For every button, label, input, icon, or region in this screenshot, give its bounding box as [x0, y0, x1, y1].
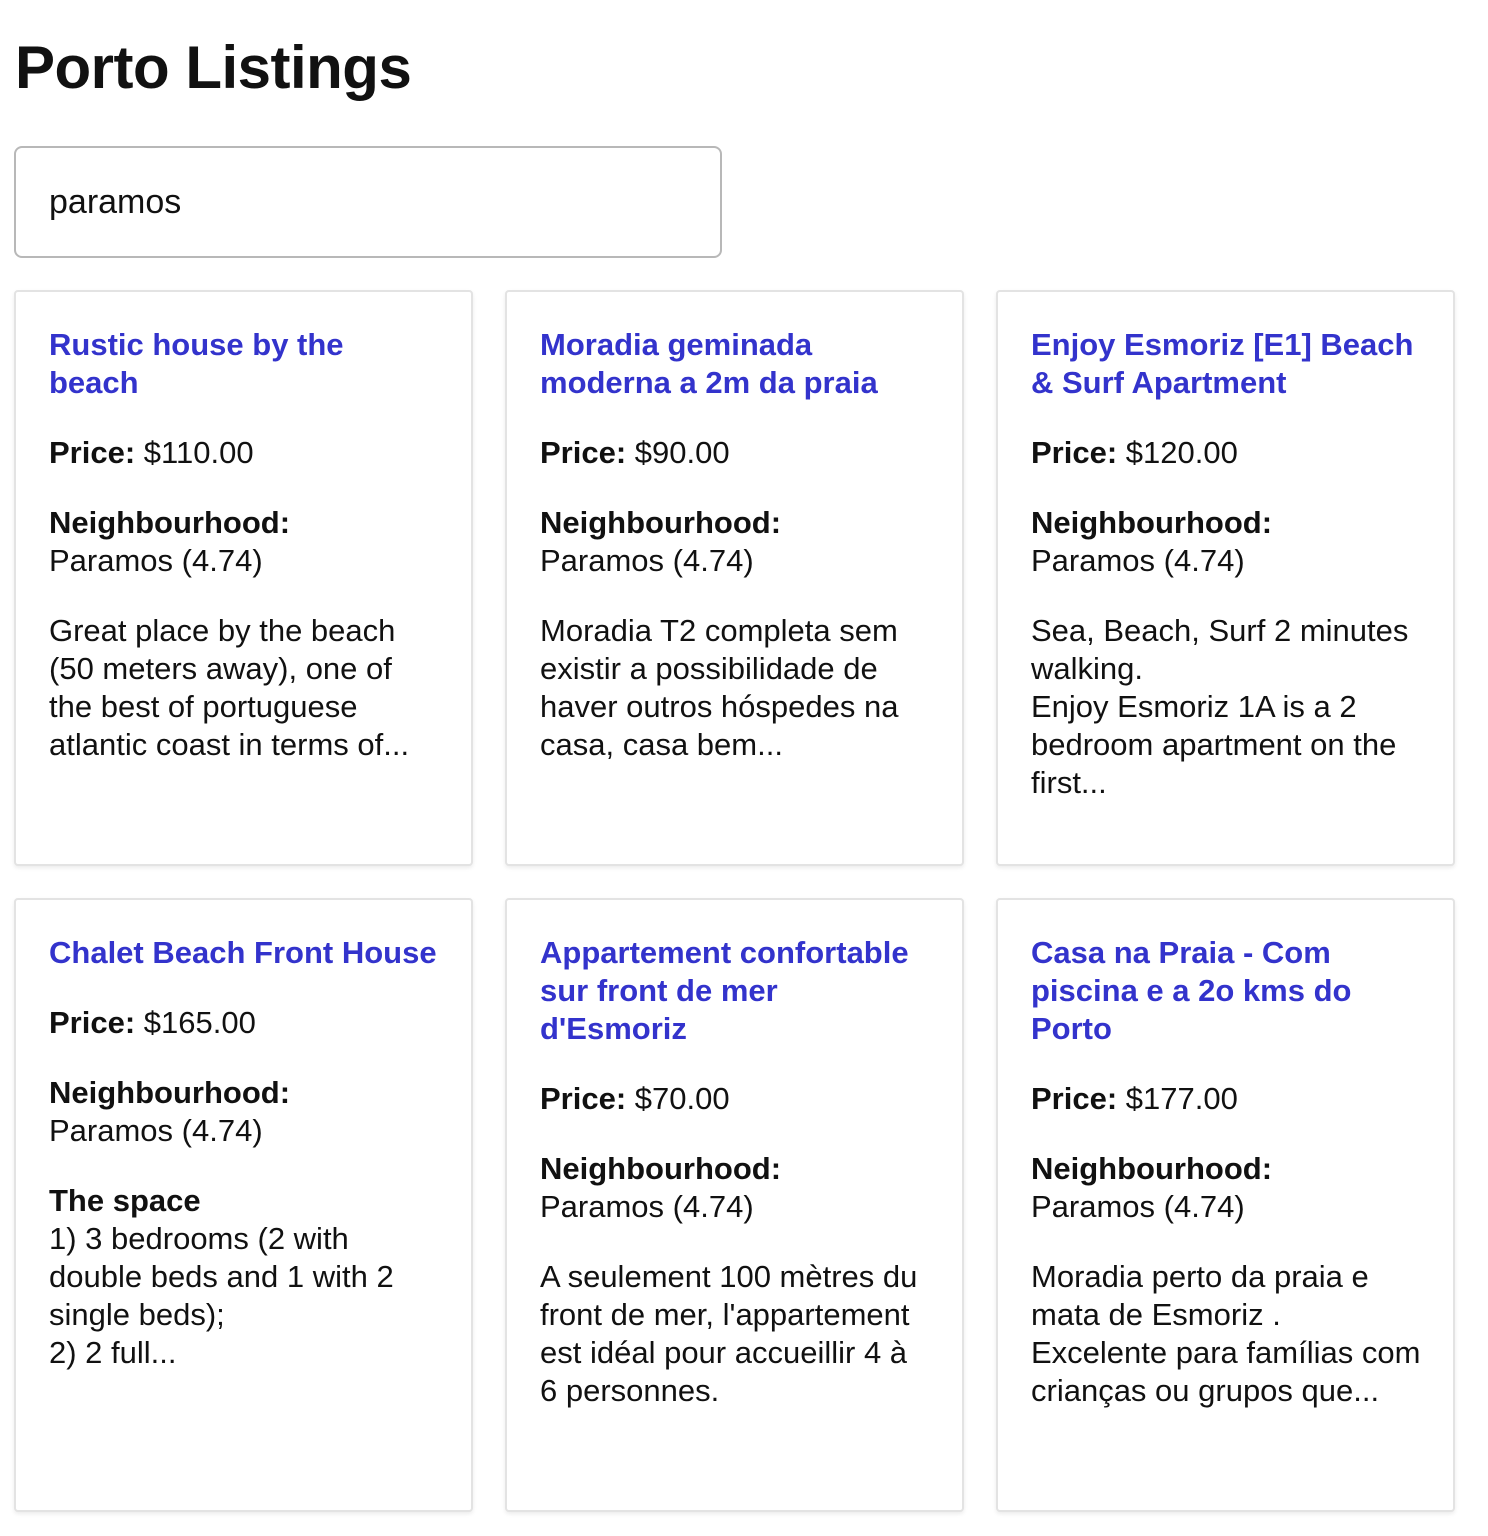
neighbourhood-label: Neighbourhood:: [540, 505, 782, 540]
listing-card: Rustic house by the beach Price: $110.00…: [14, 290, 473, 866]
listing-price: Price: $120.00: [1031, 434, 1421, 472]
price-value: $177.00: [1125, 1081, 1238, 1116]
summary-text: 1) 3 bedrooms (2 with double beds and 1 …: [49, 1221, 394, 1370]
neighbourhood-value: Paramos (4.74): [540, 543, 754, 578]
neighbourhood-label: Neighbourhood:: [1031, 1151, 1273, 1186]
page-title: Porto Listings: [15, 34, 412, 101]
listing-neighbourhood: Neighbourhood: Paramos (4.74): [49, 1074, 439, 1150]
listing-title-link[interactable]: Moradia geminada moderna a 2m da praia: [540, 326, 930, 402]
listing-price: Price: $90.00: [540, 434, 930, 472]
summary-heading: The space: [49, 1183, 201, 1218]
listing-title-link[interactable]: Enjoy Esmoriz [E1] Beach & Surf Apartmen…: [1031, 326, 1421, 402]
listing-neighbourhood: Neighbourhood: Paramos (4.74): [1031, 1150, 1421, 1226]
listing-neighbourhood: Neighbourhood: Paramos (4.74): [540, 1150, 930, 1226]
neighbourhood-value: Paramos (4.74): [540, 1189, 754, 1224]
price-label: Price:: [540, 435, 627, 470]
price-value: $90.00: [634, 435, 730, 470]
neighbourhood-label: Neighbourhood:: [1031, 505, 1273, 540]
listing-summary: The space 1) 3 bedrooms (2 with double be…: [49, 1182, 439, 1372]
price-label: Price:: [1031, 1081, 1118, 1116]
price-value: $70.00: [634, 1081, 730, 1116]
search-box[interactable]: [14, 146, 722, 258]
price-value: $110.00: [143, 435, 254, 470]
listing-neighbourhood: Neighbourhood: Paramos (4.74): [49, 504, 439, 580]
listing-price: Price: $177.00: [1031, 1080, 1421, 1118]
price-label: Price:: [1031, 435, 1118, 470]
listing-summary: Sea, Beach, Surf 2 minutes walking. Enjo…: [1031, 613, 1409, 800]
listing-neighbourhood: Neighbourhood: Paramos (4.74): [1031, 504, 1421, 580]
price-label: Price:: [540, 1081, 627, 1116]
listing-price: Price: $110.00: [49, 434, 439, 472]
price-label: Price:: [49, 1005, 136, 1040]
listing-title-link[interactable]: Casa na Praia - Com piscina e a 2o kms d…: [1031, 934, 1421, 1048]
listing-title-link[interactable]: Appartement confortable sur front de mer…: [540, 934, 930, 1048]
neighbourhood-value: Paramos (4.74): [49, 1113, 263, 1148]
listing-card: Casa na Praia - Com piscina e a 2o kms d…: [996, 898, 1455, 1512]
price-value: $120.00: [1125, 435, 1238, 470]
listing-title-link[interactable]: Rustic house by the beach: [49, 326, 439, 402]
listing-grid: Rustic house by the beach Price: $110.00…: [14, 290, 1455, 1512]
listing-summary: A seulement 100 mètres du front de mer, …: [540, 1259, 918, 1408]
listing-card: Moradia geminada moderna a 2m da praia P…: [505, 290, 964, 866]
price-label: Price:: [49, 435, 136, 470]
neighbourhood-label: Neighbourhood:: [540, 1151, 782, 1186]
listing-card: Chalet Beach Front House Price: $165.00 …: [14, 898, 473, 1512]
listing-price: Price: $165.00: [49, 1004, 439, 1042]
neighbourhood-value: Paramos (4.74): [1031, 543, 1245, 578]
listing-summary: Great place by the beach (50 meters away…: [49, 613, 410, 762]
neighbourhood-label: Neighbourhood:: [49, 505, 291, 540]
listing-card: Appartement confortable sur front de mer…: [505, 898, 964, 1512]
listing-title-link[interactable]: Chalet Beach Front House: [49, 934, 439, 972]
listing-summary: Moradia perto da praia e mata de Esmoriz…: [1031, 1259, 1421, 1408]
search-input[interactable]: [16, 148, 720, 256]
listing-price: Price: $70.00: [540, 1080, 930, 1118]
listing-neighbourhood: Neighbourhood: Paramos (4.74): [540, 504, 930, 580]
price-value: $165.00: [143, 1005, 256, 1040]
neighbourhood-label: Neighbourhood:: [49, 1075, 291, 1110]
listing-summary: Moradia T2 completa sem existir a possib…: [540, 613, 899, 762]
neighbourhood-value: Paramos (4.74): [1031, 1189, 1245, 1224]
neighbourhood-value: Paramos (4.74): [49, 543, 263, 578]
listing-card: Enjoy Esmoriz [E1] Beach & Surf Apartmen…: [996, 290, 1455, 866]
